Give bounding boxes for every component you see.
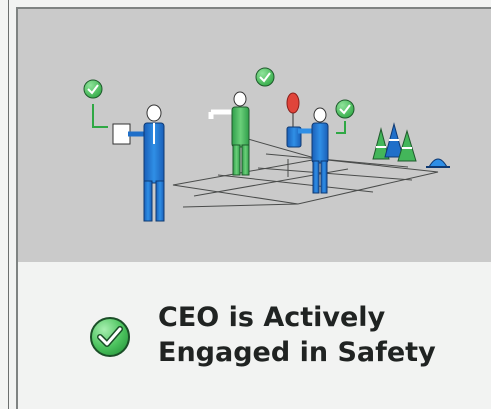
traffic-cones [372, 122, 417, 162]
check-circle-icon [88, 315, 132, 359]
left-panel-edge [0, 0, 9, 409]
blue-worker-figure [286, 92, 329, 194]
caption-title: CEO is Actively Engaged in Safety [158, 302, 436, 368]
caption-area: CEO is Actively Engaged in Safety [18, 262, 491, 409]
safety-illustration [18, 9, 491, 262]
safety-card[interactable]: CEO is Actively Engaged in Safety [16, 7, 491, 409]
check-icon-1 [83, 79, 108, 128]
hard-hat [426, 158, 450, 168]
page: CEO is Actively Engaged in Safety [0, 0, 491, 409]
check-icon-2 [255, 67, 275, 87]
ceo-figure [112, 104, 165, 222]
green-worker-figure [208, 91, 250, 176]
check-icon-3 [335, 99, 355, 134]
